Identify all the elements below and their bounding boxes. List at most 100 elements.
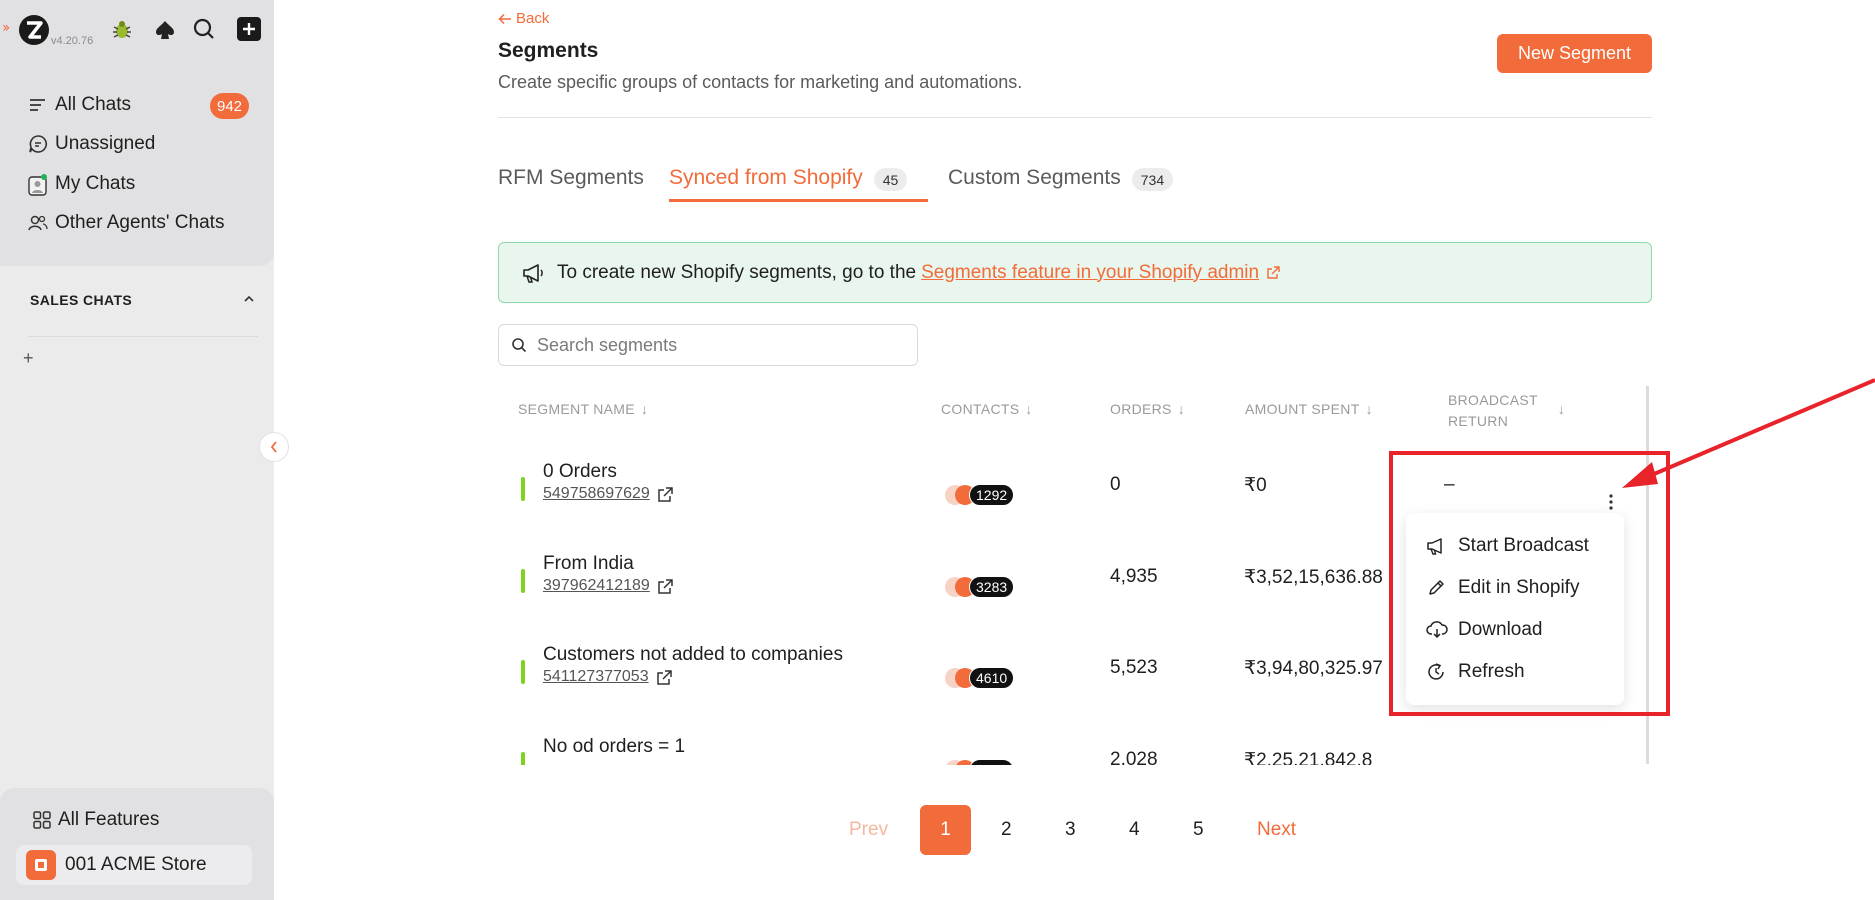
pagination-page-1[interactable]: 1 [920, 805, 971, 855]
contacts-count: 1292 [969, 484, 1015, 506]
nav-unassigned-label: Unassigned [55, 133, 156, 154]
user-avatar-icon [28, 174, 48, 196]
contact-avatars: 3283 [945, 576, 1015, 598]
column-label: CONTACTS [941, 401, 1020, 417]
new-segment-button[interactable]: New Segment [1497, 34, 1652, 73]
tab-custom-segments[interactable]: Custom Segments 734 [948, 166, 1174, 202]
info-banner: To create new Shopify segments, go to th… [498, 242, 1652, 303]
chevron-left-icon [269, 440, 279, 454]
contact-avatars: 2028 [945, 759, 1015, 765]
column-header-orders[interactable]: ORDERS ↓ [1110, 401, 1185, 417]
chevron-up-icon[interactable] [243, 294, 255, 304]
sort-arrow-icon: ↓ [1025, 401, 1033, 417]
orders-value: 2,028 [1110, 749, 1158, 765]
segment-id-link[interactable]: 541127377053 [543, 668, 673, 686]
search-icon [511, 337, 527, 353]
store-name: 001 ACME Store [65, 854, 207, 875]
amount-spent-value: ₹0 [1244, 475, 1267, 496]
table-row[interactable]: No od orders = 1 2028 2,028 ₹2,25,21,842… [498, 730, 1648, 765]
segment-status-bar [521, 477, 525, 501]
pagination: Prev 1 2 3 4 5 Next [0, 805, 1875, 855]
new-chat-icon[interactable] [236, 16, 262, 42]
contact-avatars: 1292 [945, 484, 1015, 506]
search-box[interactable] [498, 324, 918, 366]
contact-avatars: 4610 [945, 667, 1015, 689]
segment-name: No od orders = 1 [543, 736, 686, 757]
nav-other-agents-label: Other Agents' Chats [55, 212, 225, 233]
list-filter-icon [28, 95, 48, 115]
segment-id: 541127377053 [543, 668, 649, 685]
sort-arrow-icon: ↓ [640, 401, 649, 417]
search-input[interactable] [537, 334, 897, 356]
segment-status-bar [521, 569, 525, 593]
external-link-icon [657, 578, 674, 595]
segment-id-link[interactable]: 549758697629 [543, 485, 674, 503]
pagination-page-3[interactable]: 3 [1065, 805, 1076, 855]
column-label: ORDERS [1110, 401, 1172, 417]
contacts-count: 2028 [969, 759, 1015, 765]
sort-arrow-icon: ↓ [1365, 401, 1373, 417]
nav-my-chats-label: My Chats [55, 173, 136, 194]
nav-unassigned[interactable]: Unassigned [28, 130, 155, 158]
sort-arrow-icon: ↓ [1177, 401, 1186, 417]
column-header-amount-spent[interactable]: AMOUNT SPENT ↓ [1245, 401, 1373, 417]
chat-bubble-icon [28, 134, 48, 154]
collapse-sidebar-button[interactable] [259, 432, 289, 462]
column-header-contacts[interactable]: CONTACTS ↓ [941, 401, 1033, 417]
shopify-segments-link[interactable]: Segments feature in your Shopify admin [921, 262, 1259, 284]
column-label: BROADCAST RETURN [1448, 390, 1538, 432]
tab-count-badge: 45 [873, 168, 908, 191]
column-label-line: BROADCAST [1448, 392, 1538, 408]
page-title: Segments [498, 39, 599, 62]
amount-spent-value: ₹2,25,21,842.8 [1244, 750, 1373, 765]
orders-value: 5,523 [1110, 657, 1158, 678]
external-link-icon [656, 669, 673, 686]
contacts-count: 3283 [969, 576, 1015, 598]
pagination-page-2[interactable]: 2 [1001, 805, 1012, 855]
segment-id: 397962412189 [543, 577, 650, 594]
nav-all-chats-label: All Chats [55, 94, 132, 115]
segment-status-bar [521, 752, 525, 765]
tab-label: Custom Segments [948, 166, 1121, 189]
nav-my-chats[interactable]: My Chats [28, 170, 135, 198]
active-tab-indicator [669, 199, 928, 202]
logo-icon [18, 14, 50, 46]
plus-icon[interactable]: + [23, 348, 34, 369]
column-header-broadcast-return[interactable]: BROADCAST RETURN ↓ [1448, 390, 1565, 432]
segment-id-link[interactable]: 397962412189 [543, 577, 674, 595]
column-header-segment-name[interactable]: SEGMENT NAME ↓ [518, 401, 648, 417]
external-link-icon [657, 486, 674, 503]
segment-name: 0 Orders [543, 461, 617, 482]
pagination-page-5[interactable]: 5 [1193, 805, 1204, 855]
orders-value: 4,935 [1110, 566, 1158, 587]
megaphone-icon [521, 262, 545, 284]
contacts-count: 4610 [969, 667, 1015, 689]
nav-all-chats[interactable]: All Chats [28, 91, 131, 119]
divider [498, 117, 1652, 118]
tab-label: Synced from Shopify [669, 166, 863, 189]
arrow-left-icon [498, 13, 512, 25]
tab-rfm-segments[interactable]: RFM Segments [498, 166, 644, 202]
bug-icon[interactable] [110, 18, 134, 42]
spade-icon[interactable] [153, 18, 177, 42]
amount-spent-value: ₹3,94,80,325.97 [1244, 658, 1383, 679]
back-link[interactable]: Back [498, 10, 549, 27]
external-link-icon[interactable] [1266, 265, 1281, 280]
pagination-next-button[interactable]: Next [1257, 805, 1296, 855]
sort-arrow-icon: ↓ [1557, 401, 1566, 417]
column-label: AMOUNT SPENT [1245, 401, 1360, 417]
pagination-prev-button[interactable]: Prev [849, 805, 888, 855]
sales-chats-header[interactable]: SALES CHATS [30, 292, 132, 308]
tab-synced-from-shopify[interactable]: Synced from Shopify 45 [669, 166, 908, 202]
nav-other-agents-chats[interactable]: Other Agents' Chats [28, 209, 224, 237]
amount-spent-value: ₹3,52,15,636.88 [1244, 567, 1383, 588]
pagination-page-4[interactable]: 4 [1129, 805, 1140, 855]
column-label-line: RETURN [1448, 413, 1509, 429]
back-label: Back [516, 10, 550, 27]
segment-id: 549758697629 [543, 485, 650, 502]
search-icon[interactable] [192, 17, 216, 41]
annotation-arrow [1600, 370, 1875, 500]
divider [28, 336, 258, 337]
segment-name: From India [543, 553, 634, 574]
expand-icon[interactable]: ›› [2, 20, 10, 36]
